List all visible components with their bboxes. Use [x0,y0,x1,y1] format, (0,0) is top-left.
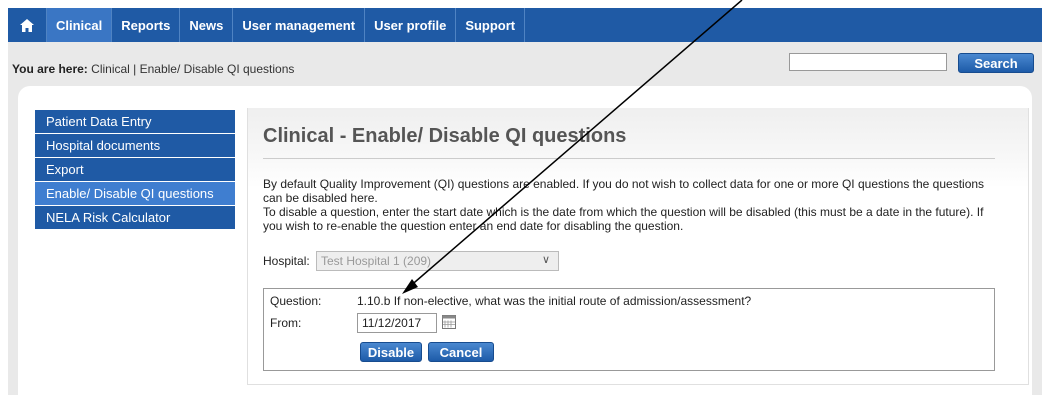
hospital-select[interactable]: Test Hospital 1 (209) ∨ [316,251,559,271]
hospital-label: Hospital: [263,254,310,268]
sidebar-item-enable-disable-qi[interactable]: Enable/ Disable QI questions [35,182,235,206]
nav-news[interactable]: News [180,8,234,42]
breadcrumb-path[interactable]: Clinical | Enable/ Disable QI questions [91,62,294,76]
description-line-2: To disable a question, enter the start d… [263,205,984,233]
breadcrumb-bar: You are here: Clinical | Enable/ Disable… [8,42,1042,86]
calendar-icon[interactable] [442,315,456,329]
breadcrumb-prefix: You are here: [12,62,88,76]
nav-user-management[interactable]: User management [233,8,366,42]
chevron-down-icon: ∨ [541,254,550,266]
breadcrumb: You are here: Clinical | Enable/ Disable… [12,62,294,76]
question-label: Question: [270,294,322,308]
nav-reports[interactable]: Reports [112,8,181,42]
hospital-value: Test Hospital 1 (209) [321,254,432,268]
page-title: Clinical - Enable/ Disable QI questions [263,125,627,147]
top-navigation: Clinical Reports News User management Us… [8,8,1042,42]
nav-home[interactable] [8,8,47,42]
title-divider [263,158,995,159]
cancel-button[interactable]: Cancel [428,342,494,362]
description: By default Quality Improvement (QI) ques… [263,177,998,233]
sidebar-item-nela-risk-calculator[interactable]: NELA Risk Calculator [35,206,235,230]
home-icon [20,18,34,32]
from-date-input[interactable]: 11/12/2017 [357,313,437,333]
hospital-row: Hospital: Test Hospital 1 (209) ∨ [263,251,559,271]
question-text: 1.10.b If non-elective, what was the ini… [357,294,752,308]
from-label: From: [270,316,302,330]
sidebar-item-patient-data-entry[interactable]: Patient Data Entry [35,110,235,134]
search-input[interactable] [789,53,947,71]
nav-user-profile[interactable]: User profile [365,8,457,42]
nav-clinical[interactable]: Clinical [47,8,113,42]
content-area: Clinical - Enable/ Disable QI questions … [247,108,1029,385]
question-box: Question: 1.10.b If non-elective, what w… [263,288,995,371]
description-line-1: By default Quality Improvement (QI) ques… [263,177,985,205]
disable-button[interactable]: Disable [360,342,422,362]
sidebar: Patient Data Entry Hospital documents Ex… [35,110,235,230]
sidebar-item-hospital-documents[interactable]: Hospital documents [35,134,235,158]
sidebar-item-export[interactable]: Export [35,158,235,182]
nav-support[interactable]: Support [456,8,526,42]
search-button[interactable]: Search [958,53,1034,73]
